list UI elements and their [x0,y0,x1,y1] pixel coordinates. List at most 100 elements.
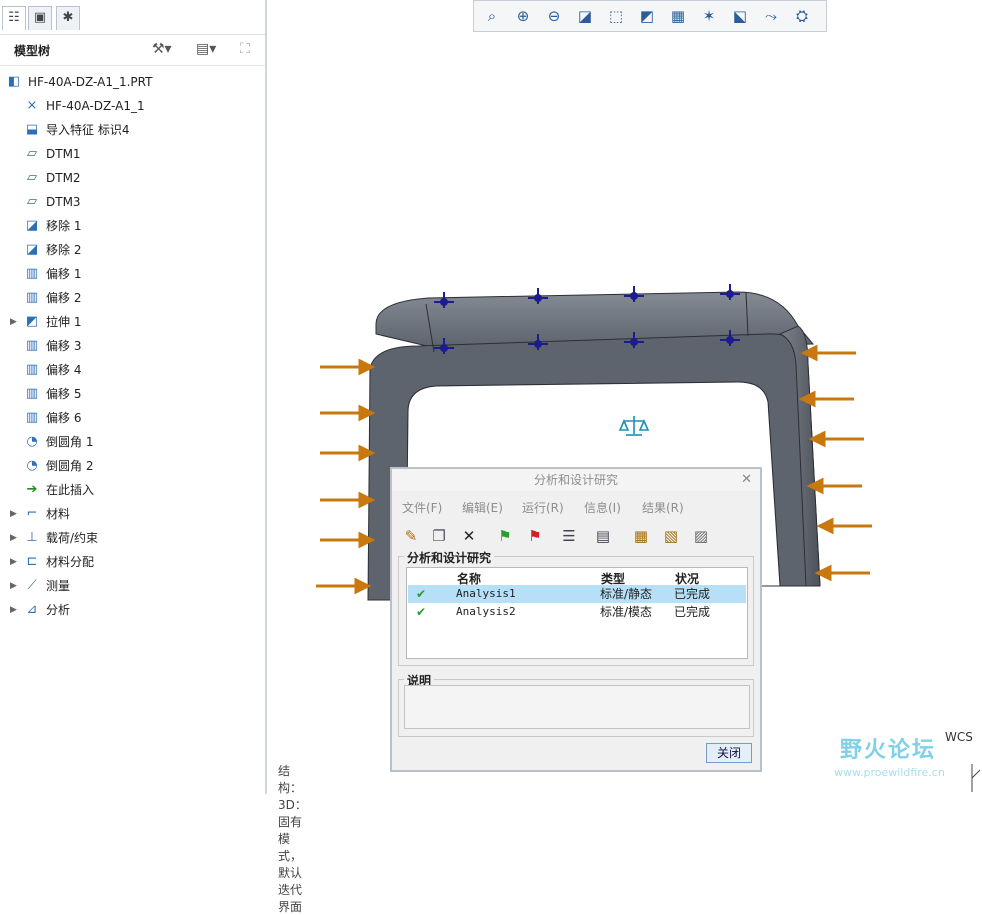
tree-item[interactable]: ▶ ⌐ 材料 [0,502,265,526]
menu-results[interactable]: 结果(R) [642,499,684,516]
tree-item[interactable]: ◧ HF-40A-DZ-A1_1.PRT [0,70,265,94]
folder-browser-tab[interactable]: ▣ [28,6,52,30]
copy-icon[interactable]: ❐ [428,525,450,547]
tree-item[interactable]: ▥ 偏移 5 [0,382,265,406]
simulation-display-icon[interactable]: ⛭ [789,4,815,28]
tree-item[interactable]: ⨯ HF-40A-DZ-A1_1 [0,94,265,118]
table-row[interactable]: ✔ Analysis2 标准/模态 已完成 [408,603,746,621]
expand-arrow-icon[interactable]: ▶ [10,550,17,574]
tree-item[interactable]: ▥ 偏移 2 [0,286,265,310]
stop-run-flag-icon[interactable]: ⚑ [524,525,546,547]
tree-item[interactable]: ▶ ⊏ 材料分配 [0,550,265,574]
menu-run[interactable]: 运行(R) [522,499,564,516]
tree-item-label: 材料分配 [46,555,95,569]
tree-item[interactable]: ◪ 移除 2 [0,238,265,262]
favorites-tab[interactable]: ✱ [56,6,80,30]
tree-item-label: 载荷/约束 [46,531,99,545]
offset-icon: ▥ [25,386,39,401]
zoom-out-icon[interactable]: ⊖ [541,4,567,28]
model-tree-panel: ☷ ▣ ✱ 模型树 ⚒▾ ▤▾ ⛶ ◧ HF-40A-DZ-A1_1.PRT ⨯ HF… [0,0,307,914]
display-style-icon[interactable]: ◩ [634,4,660,28]
tree-item[interactable]: ◪ 移除 1 [0,214,265,238]
tree-item-label: 倒圆角 2 [46,459,94,473]
offset-icon: ▥ [25,266,39,281]
studies-group-label: 分析和设计研究 [404,549,495,566]
expand-arrow-icon[interactable]: ▶ [10,310,17,334]
menu-edit[interactable]: 编辑(E) [462,499,503,516]
close-icon[interactable]: ✕ [741,469,752,491]
tree-item-label: 材料 [46,507,71,521]
datum-plane-icon: ▱ [27,170,37,185]
wcs-label: WCS [945,730,973,744]
spin-center-icon[interactable]: ⤳ [758,4,784,28]
dialog-title: 分析和设计研究 [392,469,760,491]
tree-item-label: 偏移 4 [46,363,82,377]
results-fringe-icon[interactable]: ▦ [630,525,652,547]
tree-item[interactable]: ▥ 偏移 6 [0,406,265,430]
tree-header: 模型树 ⚒▾ ▤▾ ⛶ [0,34,265,66]
saved-views-icon[interactable]: ⬚ [603,4,629,28]
wcs-triad [971,764,981,792]
tree-item[interactable]: ▱ DTM3 [0,190,265,214]
row-status: 已完成 [674,605,711,619]
row-name: Analysis1 [456,587,516,600]
tree-item[interactable]: ➔ 在此插入 [0,478,265,502]
datum-display-icon[interactable]: ✶ [696,4,722,28]
tree-item[interactable]: ▱ DTM1 [0,142,265,166]
tree-item[interactable]: ▱ DTM2 [0,166,265,190]
repaint-icon[interactable]: ◪ [572,4,598,28]
tree-item[interactable]: ▶ ⊥ 载荷/约束 [0,526,265,550]
tree-item[interactable]: ▥ 偏移 3 [0,334,265,358]
annotation-display-icon[interactable]: ⬕ [727,4,753,28]
tree-item-label: HF-40A-DZ-A1_1.PRT [28,75,153,89]
expand-arrow-icon[interactable]: ▶ [10,526,17,550]
measure-icon: ⟋ [27,578,37,593]
tree-item[interactable]: ▶ ⊿ 分析 [0,598,265,622]
tree-item[interactable]: ▥ 偏移 1 [0,262,265,286]
tree-item[interactable]: ▶ ◩ 拉伸 1 [0,310,265,334]
menu-info[interactable]: 信息(I) [584,499,621,516]
material-icon: ⌐ [26,506,38,521]
tree-item-label: DTM1 [46,147,81,161]
tree-item[interactable]: ⬓ 导入特征 标识4 [0,118,265,142]
info-list-icon[interactable]: ▤ [592,525,614,547]
edit-pencil-icon[interactable]: ✎ [400,525,422,547]
close-button[interactable]: 关闭 [706,743,752,763]
menu-file[interactable]: 文件(F) [402,499,442,516]
refit-icon[interactable]: ⌕ [479,4,505,28]
view-manager-icon[interactable]: ▦ [665,4,691,28]
expand-arrow-icon[interactable]: ▶ [10,598,17,622]
completed-check-icon: ✔ [416,605,427,619]
status-list-icon[interactable]: ☰ [558,525,580,547]
part-icon: ◧ [7,74,21,89]
table-row[interactable]: ✔ Analysis1 标准/静态 已完成 [408,585,746,603]
show-icon[interactable]: ▤▾ [196,41,216,57]
zoom-in-icon[interactable]: ⊕ [510,4,536,28]
load-arrows-left [316,358,376,595]
tree-item-label: 移除 2 [46,243,82,257]
row-type: 标准/模态 [600,605,653,619]
start-run-flag-icon[interactable]: ⚑ [494,525,516,547]
filter-icon[interactable]: ⛶ [240,41,250,57]
extrude-icon: ◩ [25,314,39,329]
description-field[interactable] [404,685,750,729]
settings-icon[interactable]: ⚒▾ [152,41,172,57]
tree-item-label: DTM2 [46,171,81,185]
csys-icon: ⨯ [26,98,38,113]
results-append-icon[interactable]: ▧ [660,525,682,547]
tree-item-label: 拉伸 1 [46,315,82,329]
delete-icon[interactable]: ✕ [458,525,480,547]
model-tree-tab[interactable]: ☷ [2,6,26,30]
offset-icon: ▥ [25,338,39,353]
datum-plane-icon: ▱ [27,146,37,161]
panel-tabs: ☷ ▣ ✱ [0,0,265,34]
load-constraint-icon: ⊥ [26,530,38,545]
expand-arrow-icon[interactable]: ▶ [10,502,17,526]
tree-item[interactable]: ◔ 倒圆角 2 [0,454,265,478]
tree-item[interactable]: ▶ ⟋ 测量 [0,574,265,598]
material-assign-icon: ⊏ [26,554,38,569]
results-disabled-icon[interactable]: ▨ [690,525,712,547]
tree-item[interactable]: ◔ 倒圆角 1 [0,430,265,454]
expand-arrow-icon[interactable]: ▶ [10,574,17,598]
tree-item[interactable]: ▥ 偏移 4 [0,358,265,382]
